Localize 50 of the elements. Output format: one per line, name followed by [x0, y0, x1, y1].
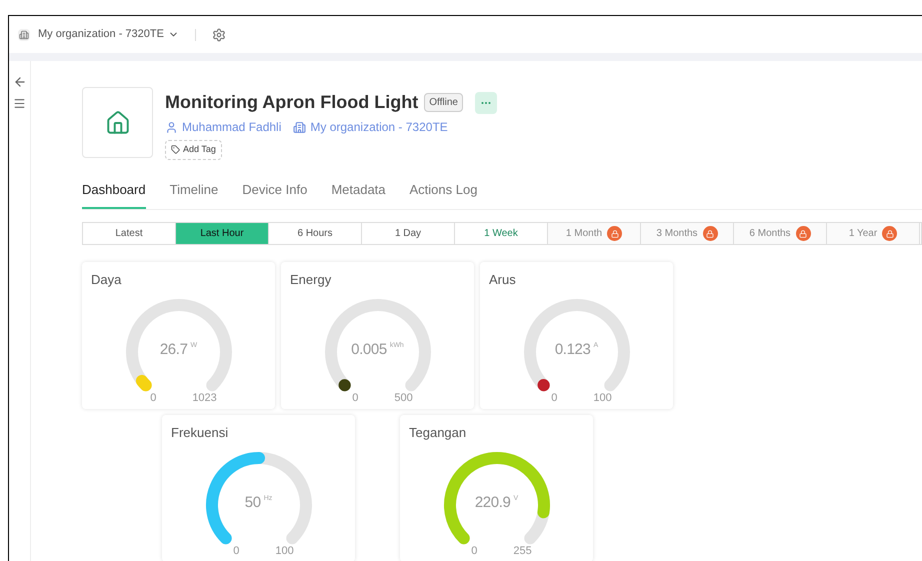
gauge-value: 26.7 [160, 340, 188, 360]
tab[interactable]: Actions Log [410, 180, 478, 209]
range-tab[interactable]: 1 Year [827, 223, 920, 244]
gauge-min: 0 [233, 544, 240, 559]
lock-icon [882, 226, 898, 241]
gauge-value: 0.005 [351, 340, 387, 360]
organization-link[interactable]: My organization - 7320TE [310, 118, 448, 136]
gauge-max: 500 [394, 391, 413, 406]
gauge-title: Daya [91, 272, 122, 288]
range-tab[interactable]: 1 Day [362, 223, 455, 244]
range-tab[interactable]: 3 Months [641, 223, 734, 244]
user-icon [165, 120, 178, 134]
tag-icon [171, 145, 180, 154]
gauge-title: Energy [290, 272, 332, 288]
owner-link[interactable]: Muhammad Fadhli [182, 118, 282, 136]
gauge-min: 0 [150, 391, 156, 406]
range-tab[interactable]: 6 Months [734, 223, 827, 244]
range-tab[interactable]: 1 Month [548, 223, 641, 244]
settings-icon[interactable] [212, 28, 226, 42]
range-tab[interactable]: Last Hour [176, 223, 269, 244]
lock-icon [702, 226, 718, 241]
back-icon[interactable] [12, 75, 26, 89]
status-badge: Offline [424, 93, 463, 112]
house-icon [104, 110, 130, 136]
gauge-max: 100 [275, 544, 294, 559]
lock-icon [796, 226, 811, 241]
gauge-value: 0.123 [554, 340, 590, 360]
organization-selector[interactable]: My organization - 7320TE [38, 26, 179, 43]
gauge-min: 0 [352, 391, 358, 406]
add-tag-button[interactable]: Add Tag [165, 140, 222, 160]
gauge-max: 1023 [192, 391, 217, 406]
menu-icon[interactable] [13, 97, 26, 110]
building-icon [293, 120, 306, 134]
gauge-max: 255 [513, 544, 532, 559]
gauge-title: Tegangan [409, 425, 466, 441]
tab[interactable]: Metadata [331, 180, 386, 209]
gauge-min: 0 [551, 391, 558, 406]
tab[interactable]: Device Info [242, 180, 308, 209]
tab[interactable]: Dashboard [82, 180, 146, 209]
gauge-max: 100 [593, 391, 612, 406]
tab[interactable]: Timeline [170, 180, 218, 209]
organization-icon [18, 28, 30, 40]
gauge-title: Frekuensi [171, 425, 228, 441]
gauge-value: 220.9 [474, 493, 510, 513]
device-title: Monitoring Apron Flood Light [165, 91, 418, 114]
gauge-min: 0 [471, 544, 478, 559]
lock-icon [607, 226, 622, 241]
gauge-title: Arus [489, 272, 516, 288]
range-tab[interactable]: 6 Hours [269, 223, 362, 244]
gauge-value: 50 [244, 493, 261, 513]
